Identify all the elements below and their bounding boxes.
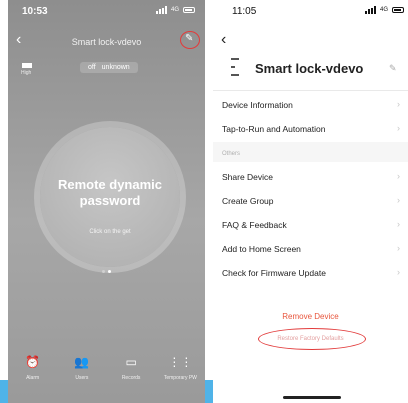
state-unknown: unknown — [101, 64, 130, 71]
tab-label: Temporary PW — [163, 375, 197, 381]
menu-label: Share Device — [222, 172, 274, 182]
menu-label: FAQ & Feedback — [222, 220, 287, 230]
chevron-right-icon: › — [397, 195, 400, 205]
chevron-right-icon: › — [397, 267, 400, 277]
restore-factory-defaults-button[interactable]: Restore Factory Defaults — [213, 336, 408, 342]
status-icons: 4G — [155, 6, 195, 14]
chevron-right-icon: › — [397, 219, 400, 229]
edit-button-highlight[interactable]: ✎ — [180, 31, 200, 49]
tab-label: Users — [75, 375, 89, 381]
chevron-right-icon: › — [397, 99, 400, 109]
menu-label: Create Group — [222, 196, 274, 206]
lock-device-icon — [231, 58, 239, 76]
chevron-right-icon: › — [397, 171, 400, 181]
tab-label: Records — [121, 375, 141, 381]
tab-label: Alarm — [26, 375, 40, 381]
password-hint: Click on the get — [89, 229, 131, 235]
menu-label: Tap-to-Run and Automation — [222, 124, 326, 134]
tab-temporary-pw[interactable]: ⋮⋮ Temporary PW — [156, 355, 205, 391]
remote-password-button[interactable]: Remote dynamic password Click on the get — [40, 127, 180, 267]
pencil-icon: ✎ — [185, 33, 194, 44]
remove-device-button[interactable]: Remove Device — [213, 312, 408, 321]
tab-users[interactable]: 👥 Users — [57, 355, 106, 391]
menu-check-firmware[interactable]: Check for Firmware Update › — [213, 262, 408, 286]
lock-control-screen: 10:53 4G ‹ Smart lock-vdevo ✎ High off u… — [8, 0, 205, 403]
alarm-icon: ⏰ — [25, 355, 41, 369]
device-settings-screen: 11:05 4G ‹ Smart lock-vdevo ✎ Device Inf… — [213, 0, 408, 403]
calendar-icon: ▭ — [125, 355, 137, 369]
section-label-others: Others — [222, 151, 241, 157]
password-title: Remote dynamic password — [57, 177, 163, 208]
status-time: 11:05 — [232, 6, 257, 17]
status-bar: 11:05 4G — [213, 0, 408, 20]
menu-faq-feedback[interactable]: FAQ & Feedback › — [213, 214, 408, 238]
chevron-right-icon: › — [397, 243, 400, 253]
menu-create-group[interactable]: Create Group › — [213, 190, 408, 214]
menu-label: Add to Home Screen — [222, 244, 301, 254]
tab-records[interactable]: ▭ Records — [107, 355, 156, 391]
device-header[interactable]: Smart lock-vdevo ✎ — [213, 52, 408, 82]
device-name: Smart lock-vdevo — [255, 61, 364, 76]
network-type: 4G — [170, 7, 179, 13]
chevron-right-icon: › — [397, 123, 400, 133]
battery-icon — [183, 7, 195, 13]
signal-icon — [364, 6, 376, 14]
users-icon: 👥 — [74, 355, 90, 369]
status-bar: 10:53 4G — [8, 0, 205, 20]
signal-icon — [155, 6, 167, 14]
nav-bar: ‹ Smart lock-vdevo — [8, 31, 205, 51]
bottom-tab-bar: ⏰ Alarm 👥 Users ▭ Records ⋮⋮ Temporary P… — [8, 355, 205, 391]
page-title: Smart lock-vdevo — [71, 37, 142, 47]
lock-state-badge: off unknown — [80, 62, 138, 73]
tab-alarm[interactable]: ⏰ Alarm — [8, 355, 57, 391]
pencil-icon[interactable]: ✎ — [389, 63, 397, 74]
menu-share-device[interactable]: Share Device › — [213, 166, 408, 190]
menu-label: Device Information — [222, 100, 293, 110]
lock-battery-icon — [22, 63, 32, 68]
back-icon[interactable]: ‹ — [221, 31, 226, 49]
divider — [213, 90, 408, 91]
page-dot-active — [108, 270, 111, 273]
state-off: off — [88, 64, 96, 71]
menu-device-information[interactable]: Device Information › — [213, 94, 408, 118]
menu-tap-to-run[interactable]: Tap-to-Run and Automation › — [213, 118, 408, 142]
status-icons: 4G — [364, 6, 404, 14]
battery-icon — [392, 7, 404, 13]
battery-level-label: High — [21, 70, 32, 76]
network-type: 4G — [379, 7, 388, 13]
home-indicator — [283, 396, 341, 399]
page-indicator — [102, 270, 111, 273]
menu-label: Check for Firmware Update — [222, 268, 326, 278]
keypad-icon: ⋮⋮ — [168, 355, 193, 369]
page-dot — [102, 270, 105, 273]
status-time: 10:53 — [22, 6, 48, 17]
section-band — [213, 142, 408, 162]
menu-add-to-home-screen[interactable]: Add to Home Screen › — [213, 238, 408, 262]
